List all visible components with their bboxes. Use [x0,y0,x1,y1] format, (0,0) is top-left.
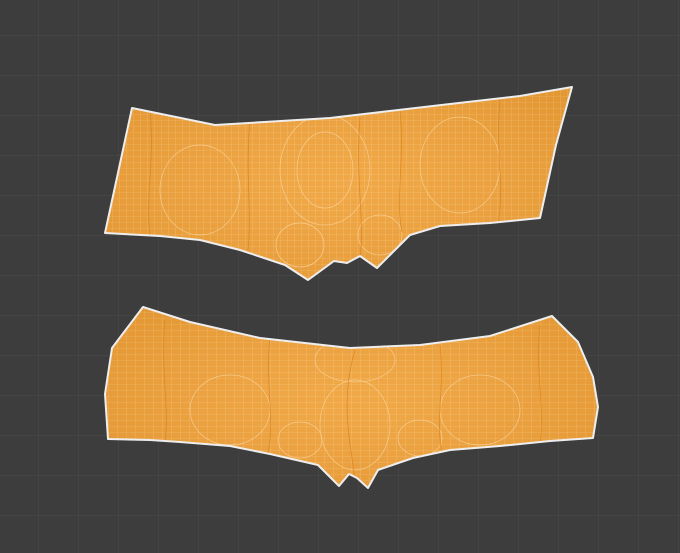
uv-editor-viewport[interactable] [0,0,680,553]
uv-canvas[interactable] [0,0,680,553]
